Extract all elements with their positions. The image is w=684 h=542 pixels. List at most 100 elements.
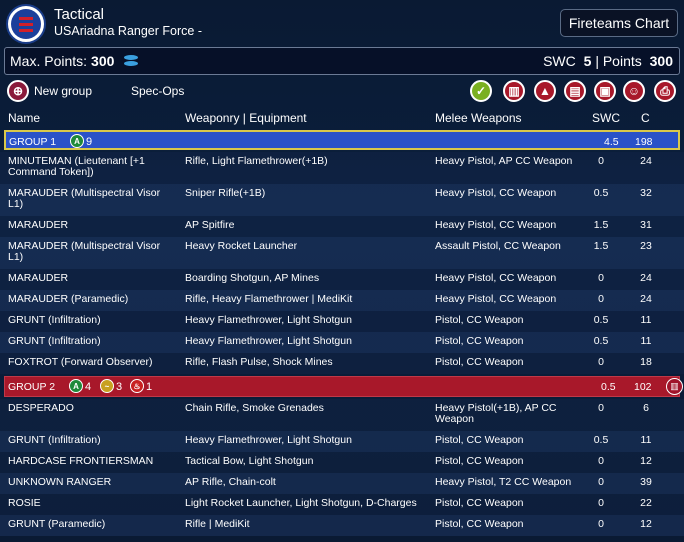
unit-row[interactable]: MARAUDER Boarding Shotgun, AP Mines Heavy … xyxy=(0,269,684,290)
unit-name: GRUNT (Infiltration) xyxy=(8,335,101,347)
irregular-order-icon: ~ xyxy=(100,379,114,393)
fireteams-chart-button[interactable]: Fireteams Chart xyxy=(560,9,678,37)
unit-name: MINUTEMAN (Lieutenant [+1 Command Token]… xyxy=(8,155,145,178)
unit-cost: 31 xyxy=(640,219,652,231)
chat-icon[interactable]: ▤ xyxy=(564,80,586,102)
unit-swc: 0 xyxy=(598,455,604,467)
group-2-swc: 0.5 xyxy=(601,381,616,393)
faction-logo xyxy=(6,4,46,44)
unit-row[interactable]: ROSIE Light Rocket Launcher, Light Shotgu… xyxy=(0,494,684,515)
impetuous-order-icon: ♨ xyxy=(130,379,144,393)
unit-weapons: Rifle | MediKit xyxy=(185,518,250,530)
spec-ops-button[interactable]: Spec-Ops xyxy=(131,84,184,98)
unit-row[interactable]: MARAUDER AP Spitfire Heavy Pistol, CC Weap… xyxy=(0,216,684,237)
unit-weapons: AP Rifle, Chain-colt xyxy=(185,476,276,488)
group-1-cost: 198 xyxy=(635,136,653,148)
unit-row[interactable]: GRUNT (Paramedic) Rifle | MediKit Pistol, … xyxy=(0,515,684,536)
unit-row[interactable]: GRUNT (Infiltration) Heavy Flamethrower, … xyxy=(0,431,684,452)
save-icon[interactable]: ▣ xyxy=(594,80,616,102)
col-swc: SWC xyxy=(592,111,620,125)
unit-row[interactable]: GRUNT (Infiltration) Heavy Flamethrower, … xyxy=(0,332,684,353)
unit-cost: 22 xyxy=(640,497,652,509)
group-1-header[interactable]: GROUP 1 A 9 4.5 198 xyxy=(4,130,680,150)
unit-swc: 0 xyxy=(598,497,604,509)
unit-cost: 24 xyxy=(640,272,652,284)
points-label: | Points xyxy=(595,53,642,69)
regular-order-icon: A xyxy=(70,134,84,148)
unit-weapons: Rifle, Heavy Flamethrower | MediKit xyxy=(185,293,353,305)
unit-cost: 6 xyxy=(643,402,649,414)
unit-row[interactable]: GRUNT (Infiltration) Heavy Flamethrower, … xyxy=(0,311,684,332)
unit-row[interactable]: FOXTROT (Forward Observer) Rifle, Flash P… xyxy=(0,353,684,374)
print-icon[interactable]: ⎙ xyxy=(654,80,676,102)
unit-cost: 24 xyxy=(640,293,652,305)
unit-swc: 1.5 xyxy=(593,219,609,231)
unit-swc: 0.5 xyxy=(593,187,609,199)
unit-weapons: Chain Rifle, Smoke Grenades xyxy=(185,402,324,414)
unit-row[interactable]: UNKNOWN RANGER AP Rifle, Chain-colt Heavy … xyxy=(0,473,684,494)
new-group-button[interactable]: New group xyxy=(34,84,92,98)
unit-name: UNKNOWN RANGER xyxy=(8,476,112,488)
unit-cost: 32 xyxy=(640,187,652,199)
unit-name: MARAUDER (Multispectral Visor L1) xyxy=(8,187,161,210)
unit-weapons: Heavy Flamethrower, Light Shotgun xyxy=(185,434,352,446)
unit-name: MARAUDER (Multispectral Visor L1) xyxy=(8,240,161,263)
group-1-regular-count: 9 xyxy=(86,136,93,148)
unit-row[interactable]: HARDCASE FRONTIERSMAN Tactical Bow, Light… xyxy=(0,452,684,473)
unit-melee: Heavy Pistol, CC Weapon xyxy=(435,187,557,199)
unit-row[interactable]: MARAUDER (Paramedic) Rifle, Heavy Flameth… xyxy=(0,290,684,311)
unit-row[interactable]: MINUTEMAN (Lieutenant [+1 Command Token]… xyxy=(0,152,684,184)
unit-swc: 0 xyxy=(598,272,604,284)
unit-row[interactable]: MARAUDER (Multispectral Visor L1) Heavy R… xyxy=(0,237,684,269)
col-name: Name xyxy=(8,111,41,125)
unit-name: ROSIE xyxy=(8,497,41,509)
group-2-label: GROUP 2 xyxy=(8,381,56,393)
unit-swc: 0 xyxy=(598,476,604,488)
unit-name: HARDCASE FRONTIERSMAN xyxy=(8,455,154,467)
unit-cost: 18 xyxy=(640,356,652,368)
logo-icon[interactable]: ▲ xyxy=(534,80,556,102)
unit-weapons: Rifle, Flash Pulse, Shock Mines xyxy=(185,356,333,368)
unit-melee: Heavy Pistol, AP CC Weapon xyxy=(435,155,573,167)
max-points-value[interactable]: 300 xyxy=(91,53,114,69)
group-2-header[interactable]: GROUP 2 A 4 ~ 3 ♨ 1 0.5 102 ▥ xyxy=(4,376,683,397)
unit-melee: Heavy Pistol, CC Weapon xyxy=(435,219,557,231)
unit-weapons: Sniper Rifle(+1B) xyxy=(185,187,266,199)
unit-weapons: Heavy Rocket Launcher xyxy=(185,240,298,252)
unit-swc: 0 xyxy=(598,356,604,368)
unit-cost: 24 xyxy=(640,155,652,167)
unit-swc: 0 xyxy=(598,293,604,305)
unit-swc: 0 xyxy=(598,402,604,414)
army-builder-window: Tactical USAriadna Ranger Force - Firete… xyxy=(0,0,684,542)
unit-weapons: Boarding Shotgun, AP Mines xyxy=(185,272,320,284)
totals: SWC 5 | Points 300 xyxy=(543,53,673,69)
col-c: C xyxy=(641,111,650,125)
points-bar: Max. Points: 300 SWC 5 | Points 300 xyxy=(4,47,680,75)
unit-melee: Pistol, CC Weapon xyxy=(435,434,524,446)
unit-row[interactable]: MARAUDER (Multispectral Visor L1) Sniper … xyxy=(0,184,684,216)
unit-name: GRUNT (Infiltration) xyxy=(8,314,101,326)
unit-melee: Heavy Pistol(+1B), AP CC Weapon xyxy=(435,402,557,425)
validate-icon[interactable]: ✓ xyxy=(470,80,492,102)
unit-cost: 11 xyxy=(640,335,652,347)
delete-group-icon[interactable]: ▥ xyxy=(666,378,683,395)
new-group-icon[interactable]: ⊕ xyxy=(7,80,29,102)
unit-swc: 1.5 xyxy=(593,240,609,252)
group-2-cost: 102 xyxy=(634,381,652,393)
unit-cost: 11 xyxy=(640,314,652,326)
unit-row[interactable]: DESPERADO Chain Rifle, Smoke Grenades Heav… xyxy=(0,399,684,431)
unit-name: GRUNT (Infiltration) xyxy=(8,434,101,446)
smiley-icon[interactable]: ☺ xyxy=(623,80,645,102)
points-selector-icon[interactable] xyxy=(122,55,140,67)
unit-melee: Heavy Pistol, CC Weapon xyxy=(435,272,557,284)
unit-weapons: Heavy Flamethrower, Light Shotgun xyxy=(185,335,352,347)
unit-melee: Assault Pistol, CC Weapon xyxy=(435,240,561,252)
group-1-swc: 4.5 xyxy=(604,136,619,148)
unit-swc: 0.5 xyxy=(593,335,609,347)
swc-total: 5 xyxy=(583,53,592,69)
delete-list-icon[interactable]: ▥ xyxy=(503,80,525,102)
unit-melee: Pistol, CC Weapon xyxy=(435,518,524,530)
unit-cost: 23 xyxy=(640,240,652,252)
points-total: 300 xyxy=(649,53,673,69)
faction-name: USAriadna Ranger Force - xyxy=(54,24,202,38)
